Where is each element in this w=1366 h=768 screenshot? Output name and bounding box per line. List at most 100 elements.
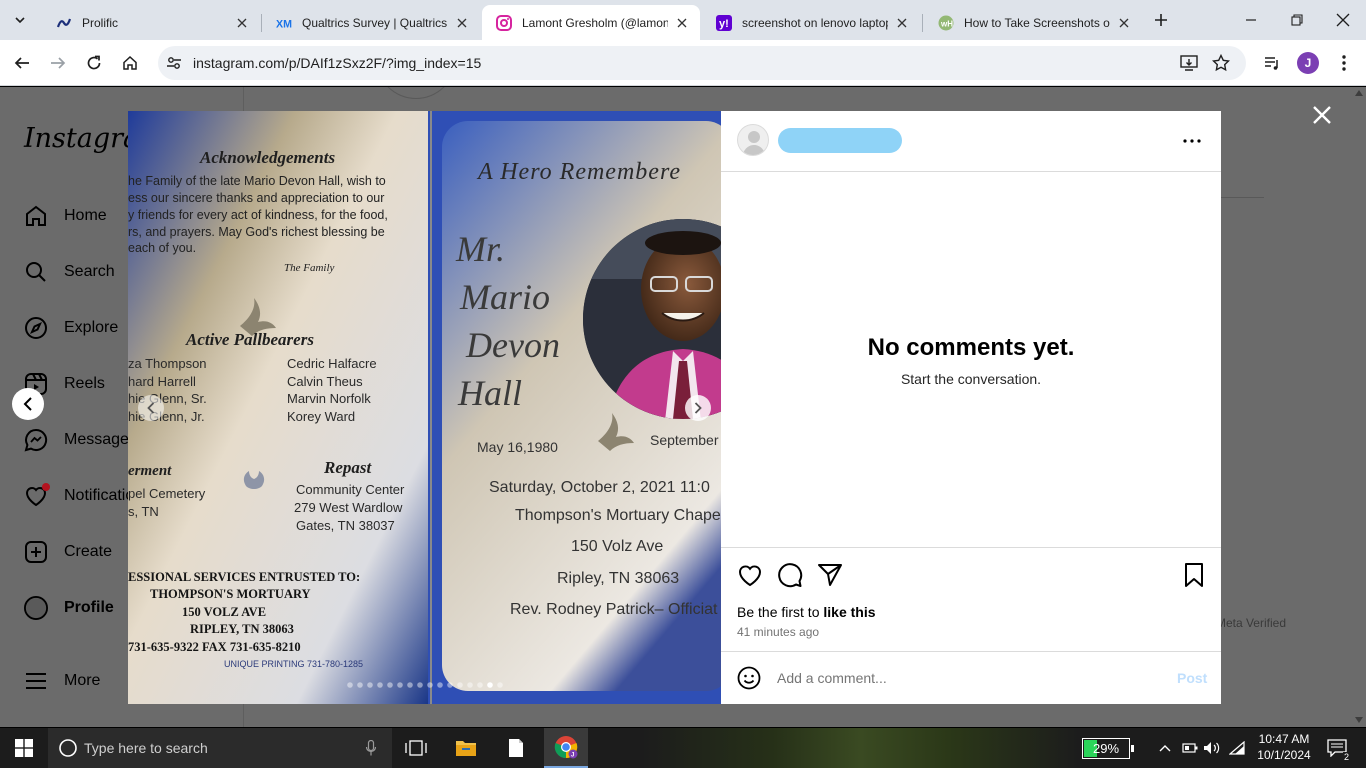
service-line: Saturday, October 2, 2021 11:0 (489, 479, 710, 496)
plus-icon (1155, 14, 1167, 26)
comment-button[interactable] (777, 562, 803, 588)
carousel-dot (397, 682, 403, 688)
start-button[interactable] (0, 728, 48, 768)
reload-icon (87, 55, 101, 70)
post-comment-button[interactable]: Post (1177, 670, 1207, 686)
carousel-prev-button[interactable] (138, 395, 164, 421)
file-explorer-button[interactable] (444, 728, 488, 768)
notification-center-button[interactable]: 2 (1320, 728, 1354, 768)
minimize-button[interactable] (1228, 0, 1274, 40)
acknowledgements-heading: Acknowledgements (199, 148, 335, 167)
close-tab-icon[interactable] (234, 15, 250, 31)
instagram-page: Instagram Home Search Explore Reels Mess… (0, 87, 1366, 727)
page-scrollbar[interactable] (1351, 87, 1366, 727)
carousel-dot (377, 682, 383, 688)
share-button[interactable] (817, 562, 843, 588)
tab-wikihow[interactable]: wH How to Take Screenshots on (924, 5, 1142, 40)
save-button[interactable] (1183, 562, 1205, 588)
home-icon (123, 55, 137, 70)
post-options-button[interactable] (1179, 129, 1205, 153)
kebab-menu-icon (1342, 55, 1346, 71)
battery-tray-icon[interactable] (1180, 728, 1200, 768)
close-icon (1336, 13, 1350, 27)
services-line: 731-635-9322 FAX 731-635-8210 (128, 640, 301, 654)
carousel-dot-active (487, 682, 493, 688)
install-app-icon[interactable] (1180, 54, 1198, 72)
likes-summary: Be the first to like this (737, 604, 876, 620)
address-bar[interactable]: instagram.com/p/DAIf1zSxz2F/?img_index=1… (158, 46, 1246, 80)
close-tab-icon[interactable] (894, 15, 910, 31)
nav-create[interactable]: Create (24, 537, 112, 567)
taskbar-search-box[interactable]: Type here to search (48, 728, 392, 768)
clock[interactable]: 10:47 AM 10/1/2024 (1252, 731, 1316, 763)
emoji-button[interactable] (737, 666, 761, 690)
services-line: RIPLEY, TN 38063 (190, 622, 294, 636)
tab-yahoo-search[interactable]: y! screenshot on lenovo laptop (702, 5, 920, 40)
nav-home[interactable]: Home (24, 201, 107, 231)
name-line: Mr. (455, 229, 505, 269)
restore-button[interactable] (1274, 0, 1320, 40)
nav-label: Messages (64, 431, 137, 448)
close-window-button[interactable] (1320, 0, 1366, 40)
previous-post-button[interactable] (12, 388, 44, 420)
battery-indicator[interactable]: 29% (1082, 738, 1134, 759)
scroll-up-icon[interactable] (1355, 90, 1363, 96)
forward-button[interactable] (42, 47, 74, 79)
restore-icon (1291, 14, 1303, 26)
taskbar-wallpaper (640, 728, 1080, 768)
tab-search-button[interactable] (8, 8, 32, 32)
close-tab-icon[interactable] (674, 15, 690, 31)
home-button[interactable] (114, 47, 146, 79)
nav-explore[interactable]: Explore (24, 313, 118, 343)
carousel-dot (437, 682, 443, 688)
scroll-down-icon[interactable] (1355, 717, 1363, 723)
author-avatar[interactable] (737, 124, 769, 156)
like-this-link[interactable]: like this (823, 604, 875, 620)
show-hidden-icons-button[interactable] (1156, 728, 1174, 768)
notification-count: 2 (1342, 752, 1350, 762)
close-tab-icon[interactable] (1116, 15, 1132, 31)
nav-more[interactable]: More (24, 666, 100, 696)
close-tab-icon[interactable] (454, 15, 470, 31)
new-tab-button[interactable] (1148, 8, 1174, 32)
comment-input[interactable] (777, 666, 1157, 690)
media-controls-button[interactable] (1256, 47, 1288, 79)
pallbearer-name: Cedric Halfacre (287, 356, 377, 371)
carousel-dot (477, 682, 483, 688)
heart-icon (738, 565, 762, 587)
wifi-icon[interactable] (1228, 728, 1248, 768)
site-info-icon[interactable] (166, 55, 182, 71)
nav-messages[interactable]: Messages (24, 425, 137, 455)
reload-button[interactable] (78, 47, 110, 79)
notepad-button[interactable] (494, 728, 538, 768)
tab-title: Qualtrics Survey | Qualtrics E (302, 15, 448, 30)
username-redacted[interactable] (778, 128, 902, 153)
microphone-icon[interactable] (366, 740, 376, 756)
back-button[interactable] (6, 47, 38, 79)
add-comment-bar: Post (721, 652, 1221, 704)
likes-prefix: Be the first to (737, 604, 824, 620)
qualtrics-icon: XM (276, 15, 292, 31)
folder-icon (456, 741, 476, 756)
tab-instagram[interactable]: Lamont Gresholm (@lamont (482, 5, 700, 40)
nav-profile[interactable]: Profile (24, 593, 114, 623)
carousel-dot (427, 682, 433, 688)
volume-icon[interactable] (1202, 728, 1222, 768)
post-header (721, 111, 1221, 172)
post-timestamp[interactable]: 41 minutes ago (737, 625, 819, 639)
pallbearer-name: Calvin Theus (287, 374, 363, 389)
tab-qualtrics[interactable]: XM Qualtrics Survey | Qualtrics E (262, 5, 480, 40)
carousel-next-button[interactable] (685, 395, 711, 421)
chrome-taskbar-button[interactable]: J (544, 728, 588, 768)
bookmark-star-icon[interactable] (1212, 54, 1230, 72)
interment-line: pel Cemetery (128, 486, 206, 501)
nav-search[interactable]: Search (24, 257, 115, 287)
profile-button[interactable]: J (1292, 47, 1324, 79)
search-icon (59, 739, 77, 757)
paper-plane-icon (818, 564, 842, 586)
close-modal-button[interactable] (1308, 101, 1336, 129)
chrome-menu-button[interactable] (1328, 47, 1360, 79)
like-button[interactable] (737, 562, 763, 588)
task-view-button[interactable] (394, 728, 438, 768)
tab-prolific[interactable]: Prolific (42, 5, 260, 40)
